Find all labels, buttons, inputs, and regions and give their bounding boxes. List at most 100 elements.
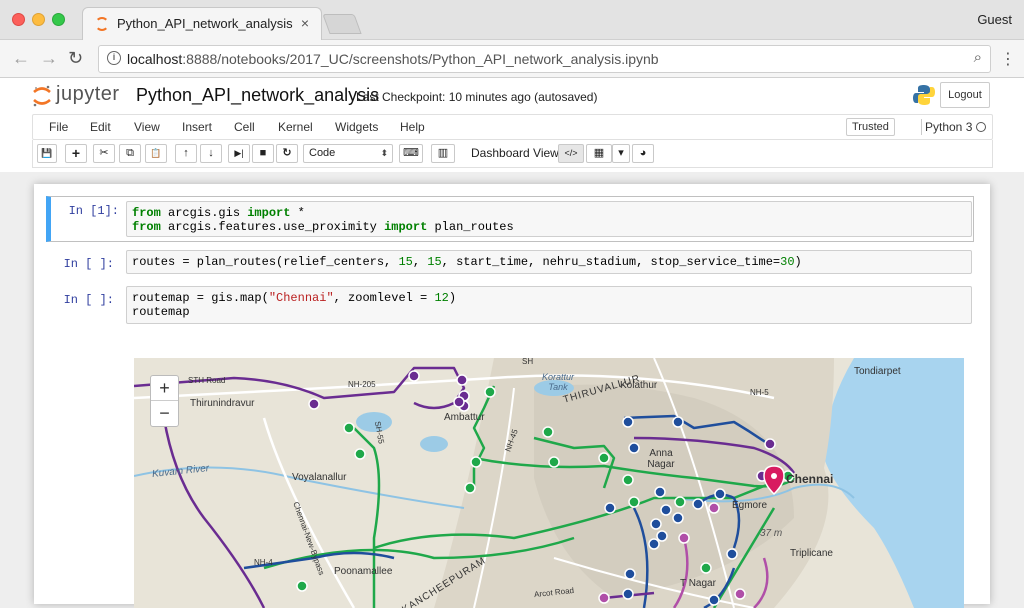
kernel-name: Python 3	[925, 120, 973, 134]
insert-cell-button[interactable]: +	[65, 144, 87, 163]
map-label-t-nagar: T Nagar	[680, 578, 716, 589]
route-stop	[622, 588, 634, 600]
zoom-in-button[interactable]: +	[151, 376, 178, 401]
new-tab-button[interactable]	[322, 14, 362, 34]
cell-prompt: In [ ]:	[63, 257, 114, 271]
notebook-name[interactable]: Python_API_network_analysis	[136, 85, 379, 106]
code-token: 30	[780, 255, 795, 269]
route-stop	[764, 438, 776, 450]
code-line: routemap	[132, 305, 966, 319]
notebook-view-button[interactable]: </>	[558, 144, 584, 163]
menu-cell[interactable]: Cell	[234, 120, 255, 134]
code-token: , zoomlevel =	[333, 291, 435, 305]
info-icon[interactable]: i	[107, 51, 121, 65]
zoom-out-button[interactable]: −	[151, 401, 178, 426]
code-token: routes = plan_routes(relief_centers,	[132, 255, 399, 269]
menu-help[interactable]: Help	[400, 120, 425, 134]
forward-arrow-icon[interactable]: →	[40, 48, 58, 69]
menu-widgets[interactable]: Widgets	[335, 120, 378, 134]
cell-input[interactable]: from arcgis.gis import * from arcgis.feat…	[126, 201, 972, 237]
tab-close-icon[interactable]: ×	[301, 15, 309, 31]
route-stop	[622, 416, 634, 428]
reload-icon[interactable]: ↻	[68, 48, 83, 69]
code-token: routemap = gis.map(	[132, 291, 269, 305]
select-arrows-icon: ⬍	[380, 148, 388, 158]
menu-kernel[interactable]: Kernel	[278, 120, 313, 134]
route-stop	[628, 442, 640, 454]
code-cell-2[interactable]: In [ ]: routes = plan_routes(relief_cent…	[46, 250, 974, 276]
code-line: routes = plan_routes(relief_centers, 15,…	[132, 255, 966, 269]
route-stop	[464, 482, 476, 494]
keyboard-icon: ⌨	[403, 147, 419, 159]
url-text[interactable]: localhost:8888/notebooks/2017_UC/screens…	[127, 51, 659, 67]
cut-button[interactable]: ✂	[93, 144, 115, 163]
route-stop	[624, 568, 636, 580]
arrow-up-icon: ↑	[183, 147, 189, 159]
save-button[interactable]: 💾	[37, 144, 57, 163]
command-palette-button[interactable]: ⌨	[399, 144, 423, 163]
close-window-button[interactable]	[12, 13, 25, 26]
route-map[interactable]: Tondiarpet Kolathur Thirunindravur Ambat…	[134, 358, 964, 608]
browser-toolbar: ← → ↻ i localhost:8888/notebooks/2017_UC…	[0, 40, 1024, 78]
maximize-window-button[interactable]	[52, 13, 65, 26]
route-stop	[456, 374, 468, 386]
code-token: arcgis.gis	[160, 206, 248, 220]
menu-file[interactable]: File	[49, 120, 68, 134]
cell-input[interactable]: routes = plan_routes(relief_centers, 15,…	[126, 250, 972, 274]
back-arrow-icon[interactable]: ←	[12, 48, 30, 69]
route-stop	[708, 502, 720, 514]
route-stop	[453, 396, 465, 408]
code-token: 15	[427, 255, 442, 269]
browser-tab[interactable]: Python_API_network_analysis ×	[82, 7, 322, 40]
trusted-badge[interactable]: Trusted	[846, 118, 895, 136]
route-stop	[354, 448, 366, 460]
code-cell-1[interactable]: In [1]: from arcgis.gis import * from arc…	[46, 196, 974, 242]
scissors-icon: ✂	[99, 147, 109, 159]
logout-button[interactable]: Logout	[940, 82, 990, 108]
route-stop	[692, 498, 704, 510]
copy-button[interactable]: ⧉	[119, 144, 141, 163]
menu-edit[interactable]: Edit	[90, 120, 111, 134]
plus-icon: +	[71, 145, 81, 161]
dashboard-preview-button[interactable]: ◕	[632, 144, 654, 163]
checkpoint-status: Last Checkpoint: 10 minutes ago (autosav…	[356, 90, 598, 104]
code-line: from arcgis.gis import *	[132, 206, 966, 220]
cell-type-select[interactable]: Code ⬍	[303, 144, 393, 163]
notebook-page: In [1]: from arcgis.gis import * from arc…	[34, 184, 990, 608]
cell-input[interactable]: routemap = gis.map("Chennai", zoomlevel …	[126, 286, 972, 324]
code-token: )	[448, 291, 457, 305]
chart-button[interactable]: ▥	[431, 144, 455, 163]
route-stop	[708, 594, 720, 606]
kernel-idle-indicator-icon	[976, 122, 986, 132]
move-up-button[interactable]: ↑	[175, 144, 197, 163]
layout-dropdown-button[interactable]: ▾	[612, 144, 630, 163]
code-cell-3[interactable]: In [ ]: routemap = gis.map("Chennai", zo…	[46, 286, 974, 326]
map-canvas[interactable]	[134, 358, 964, 608]
route-stop	[542, 426, 554, 438]
move-down-button[interactable]: ↓	[200, 144, 222, 163]
lake-water-2	[420, 436, 448, 452]
profile-guest-button[interactable]: Guest	[977, 12, 1012, 27]
map-label-elevation: 37 m	[760, 528, 783, 539]
interrupt-button[interactable]: ■	[252, 144, 274, 163]
route-stop	[726, 548, 738, 560]
jupyter-logo-icon[interactable]	[32, 84, 52, 108]
minimize-window-button[interactable]	[32, 13, 45, 26]
map-label-tondiarpet: Tondiarpet	[854, 366, 901, 377]
zoom-magnifier-icon[interactable]: ⌕	[974, 49, 982, 66]
restart-button[interactable]: ↻	[276, 144, 298, 163]
address-bar[interactable]: i localhost:8888/notebooks/2017_UC/scree…	[98, 45, 991, 73]
paste-button[interactable]: 📋	[145, 144, 167, 163]
run-button[interactable]: ▶|	[228, 144, 250, 163]
step-forward-icon: ▶|	[234, 148, 244, 158]
map-label-nh4: NH-4	[254, 558, 273, 567]
route-stop	[650, 518, 662, 530]
browser-menu-icon[interactable]: ⋮	[1000, 49, 1016, 69]
grid-layout-button[interactable]: ▦	[586, 144, 612, 163]
menu-view[interactable]: View	[134, 120, 160, 134]
route-stop	[470, 456, 482, 468]
jupyter-logo-text[interactable]: jupyter	[56, 83, 120, 106]
menu-insert[interactable]: Insert	[182, 120, 212, 134]
route-stop	[598, 452, 610, 464]
code-token: , start_time, nehru_stadium, stop_servic…	[441, 255, 781, 269]
